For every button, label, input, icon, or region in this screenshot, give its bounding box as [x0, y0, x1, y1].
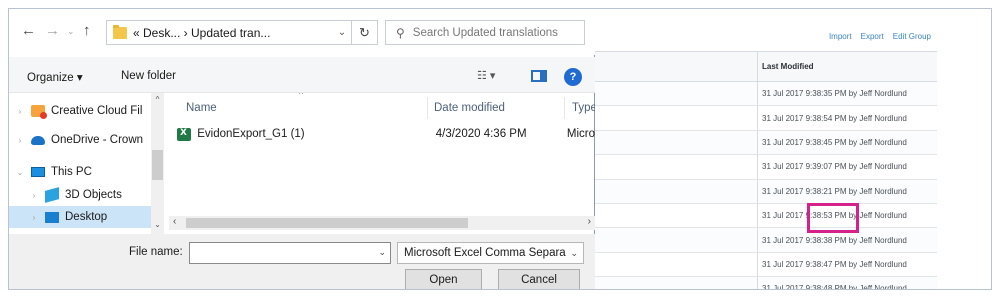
- column-header-type[interactable]: Type: [572, 97, 595, 119]
- forward-arrow-icon[interactable]: →: [45, 22, 60, 39]
- 3d-objects-icon: [45, 187, 59, 203]
- file-type-value: Microsoft Excel Comma Separa: [404, 247, 566, 259]
- import-link[interactable]: Import: [829, 32, 852, 41]
- nav-item-this-pc[interactable]: ⌄ This PC: [9, 161, 151, 183]
- last-modified-cell: 31 Jul 2017 9:39:07 PM by Jeff Nordlund: [762, 162, 907, 172]
- nav-item-label: Desktop: [65, 211, 108, 223]
- web-table-header: Last Modified: [595, 52, 937, 82]
- file-type-select[interactable]: Microsoft Excel Comma Separa ⌄: [397, 242, 584, 264]
- nav-item-label: 3D Objects: [65, 189, 122, 201]
- file-date: 4/3/2020 4:36 PM: [435, 128, 527, 140]
- file-list-pane: Name ^ Date modified Type EvidonExport_G…: [169, 93, 595, 234]
- sort-ascending-icon: ^: [299, 93, 304, 99]
- last-modified-cell: 31 Jul 2017 9:38:54 PM by Jeff Nordlund: [762, 113, 907, 123]
- last-modified-cell: 31 Jul 2017 9:38:48 PM by Jeff Nordlund: [762, 284, 907, 290]
- last-modified-cell: 31 Jul 2017 9:38:47 PM by Jeff Nordlund: [762, 259, 907, 269]
- web-table-row: 31 Jul 2017 9:38:45 PM by Jeff Nordlund: [595, 130, 937, 156]
- scroll-right-icon[interactable]: ›: [588, 216, 591, 227]
- nav-item-label: OneDrive - Crown: [51, 134, 144, 146]
- chevron-down-icon[interactable]: ⌄: [333, 27, 351, 38]
- web-table-row: 31 Jul 2017 9:39:07 PM by Jeff Nordlund: [595, 155, 937, 180]
- address-bar[interactable]: « Desk... › Updated tran... ⌄: [106, 20, 352, 45]
- view-options-icon[interactable]: ☷ ▾: [477, 69, 495, 82]
- file-row[interactable]: EvidonExport_G1 (1) 4/3/2020 4:36 PM Mic…: [177, 123, 595, 145]
- creative-cloud-icon: [31, 105, 47, 119]
- web-table-row: 31 Jul 2017 9:38:53 PM by Jeff Nordlund: [595, 203, 937, 229]
- expand-chevron-icon[interactable]: ›: [9, 107, 31, 116]
- web-table: Last Modified 31 Jul 2017 9:38:35 PM by …: [595, 51, 937, 290]
- cancel-button[interactable]: Cancel: [498, 269, 580, 289]
- nav-item-creative-cloud[interactable]: › Creative Cloud Fil: [9, 100, 151, 122]
- horizontal-scrollbar[interactable]: ‹ ›: [169, 216, 595, 230]
- collapse-chevron-icon[interactable]: ⌄: [9, 168, 31, 177]
- help-icon[interactable]: ?: [564, 68, 582, 86]
- web-table-row: 31 Jul 2017 9:38:48 PM by Jeff Nordlund: [595, 277, 937, 290]
- file-name: EvidonExport_G1 (1): [197, 128, 305, 140]
- address-path: « Desk... › Updated tran...: [133, 25, 271, 40]
- edit-group-link[interactable]: Edit Group: [893, 32, 931, 41]
- scroll-up-icon[interactable]: ^: [151, 95, 164, 104]
- scroll-down-icon[interactable]: ⌄: [151, 220, 164, 229]
- nav-item-desktop[interactable]: › Desktop: [9, 206, 151, 228]
- expand-chevron-icon[interactable]: ›: [9, 136, 31, 145]
- web-table-row: 31 Jul 2017 9:38:38 PM by Jeff Nordlund: [595, 228, 937, 253]
- web-table-row: 31 Jul 2017 9:38:47 PM by Jeff Nordlund: [595, 252, 937, 278]
- address-row: ← → ⌄ ↑ « Desk... › Updated tran... ⌄ ↻ …: [9, 9, 595, 55]
- dialog-bottom-bar: File name: ⌄ Microsoft Excel Comma Separ…: [9, 234, 595, 289]
- recent-locations-chevron-icon[interactable]: ⌄: [67, 26, 75, 37]
- folder-icon: [113, 24, 127, 39]
- file-type: Micro: [566, 128, 595, 140]
- preview-pane-icon[interactable]: [531, 70, 547, 82]
- new-folder-button[interactable]: New folder: [121, 70, 176, 82]
- web-table-row: 31 Jul 2017 9:38:21 PM by Jeff Nordlund: [595, 179, 937, 204]
- this-pc-icon: [31, 167, 45, 177]
- organize-button[interactable]: Organize ▾: [27, 70, 83, 84]
- dialog-toolbar: Organize ▾ New folder ☷ ▾ ?: [9, 57, 595, 93]
- save-file-dialog: ← → ⌄ ↑ « Desk... › Updated tran... ⌄ ↻ …: [9, 9, 595, 289]
- file-name-field[interactable]: ⌄: [189, 242, 391, 264]
- background-webpage: Import Export Edit Group Last Modified 3…: [595, 9, 991, 289]
- nav-item-label: This PC: [51, 166, 92, 178]
- web-actions: Import Export Edit Group: [829, 32, 931, 41]
- nav-item-3d-objects[interactable]: › 3D Objects: [9, 184, 151, 206]
- last-modified-header[interactable]: Last Modified: [758, 52, 937, 81]
- screenshot-frame: Import Export Edit Group Last Modified 3…: [8, 8, 992, 290]
- search-placeholder: Search Updated translations: [412, 26, 558, 39]
- navigation-pane: › Creative Cloud Fil › OneDrive - Crown …: [9, 93, 164, 234]
- scrollbar-thumb[interactable]: [152, 150, 163, 180]
- nav-item-label: Creative Cloud Fil: [51, 105, 143, 117]
- chevron-down-icon: ⌄: [570, 248, 578, 258]
- scrollbar-thumb[interactable]: [186, 218, 468, 228]
- last-modified-cell: 31 Jul 2017 9:38:21 PM by Jeff Nordlund: [762, 186, 907, 196]
- file-name-label: File name:: [129, 246, 183, 258]
- refresh-icon[interactable]: ↻: [352, 20, 378, 45]
- search-icon: ⚲: [396, 25, 405, 40]
- excel-file-icon: [177, 127, 192, 141]
- up-arrow-icon[interactable]: ↑: [83, 22, 91, 39]
- nav-pane-scrollbar[interactable]: ^ ⌄: [151, 93, 164, 234]
- column-header-date-modified[interactable]: Date modified: [434, 97, 505, 119]
- column-header-name[interactable]: Name: [186, 97, 217, 119]
- onedrive-icon: [31, 135, 45, 145]
- last-modified-cell: 31 Jul 2017 9:38:45 PM by Jeff Nordlund: [762, 137, 907, 147]
- chevron-down-icon[interactable]: ⌄: [378, 247, 386, 258]
- expand-chevron-icon[interactable]: ›: [23, 191, 45, 200]
- export-link[interactable]: Export: [861, 32, 884, 41]
- search-input[interactable]: ⚲ Search Updated translations: [385, 20, 585, 45]
- back-arrow-icon[interactable]: ←: [21, 22, 36, 39]
- web-table-body: 31 Jul 2017 9:38:35 PM by Jeff Nordlund 3…: [595, 82, 937, 290]
- scroll-left-icon[interactable]: ‹: [173, 216, 176, 227]
- highlight-annotation-box: [807, 203, 859, 233]
- desktop-icon: [45, 211, 59, 223]
- nav-item-onedrive[interactable]: › OneDrive - Crown: [9, 129, 151, 151]
- expand-chevron-icon[interactable]: ›: [23, 213, 45, 222]
- last-modified-cell: 31 Jul 2017 9:38:35 PM by Jeff Nordlund: [762, 89, 907, 99]
- web-table-row: 31 Jul 2017 9:38:35 PM by Jeff Nordlund: [595, 82, 937, 107]
- web-table-row: 31 Jul 2017 9:38:54 PM by Jeff Nordlund: [595, 106, 937, 131]
- open-button[interactable]: Open: [405, 269, 482, 289]
